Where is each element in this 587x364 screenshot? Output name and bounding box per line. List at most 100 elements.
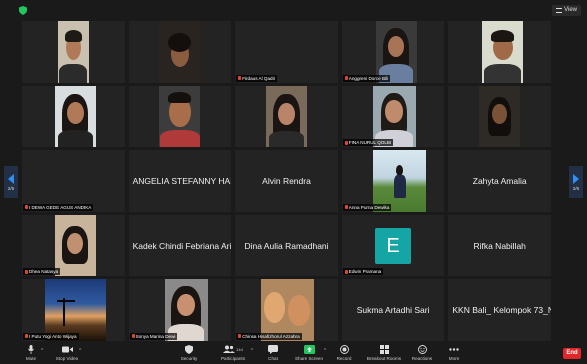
- chat-button[interactable]: Chat: [258, 344, 288, 361]
- chat-icon: [268, 344, 278, 354]
- participant-tile[interactable]: I DEWA GEDE AGUS ANDIKA: [22, 150, 125, 212]
- participant-name: Alvin Rendra: [262, 175, 311, 186]
- participant-name-label: Sonya Marina Dewi: [129, 332, 178, 340]
- more-dots-icon: [449, 347, 459, 351]
- participant-tile[interactable]: Sonya Marina Dewi: [128, 279, 232, 341]
- participant-tile[interactable]: [128, 85, 232, 148]
- participant-video: [164, 279, 208, 341]
- participant-name: KKN Bali_ Kelompok 73_Ni...: [452, 305, 551, 316]
- share-options-caret-icon[interactable]: ^: [324, 348, 326, 354]
- participant-tile[interactable]: E Edwin Pramana: [341, 214, 445, 277]
- muted-mic-icon: [344, 140, 348, 145]
- share-screen-button[interactable]: Share Screen: [292, 344, 326, 361]
- stop-video-button[interactable]: Stop Video: [52, 344, 82, 361]
- participants-count: 144: [236, 346, 243, 352]
- participant-name: ANGELIA STEFANNY HAR...: [132, 175, 232, 186]
- participant-tile[interactable]: Sukma Artadhi Sari: [341, 279, 445, 341]
- participant-tile[interactable]: Dina Aulia Ramadhani: [235, 214, 338, 277]
- participant-name-label: Firdaus Al Qadri: [236, 74, 278, 82]
- participant-tile[interactable]: Anggreni Dorce Bili: [341, 21, 445, 83]
- participant-video: [54, 214, 96, 277]
- video-gallery-grid: Firdaus Al Qadri Anggreni Dorce Bili FIN…: [22, 21, 551, 341]
- participant-tile[interactable]: [235, 85, 338, 148]
- participant-video: [159, 21, 201, 83]
- participant-tile[interactable]: [22, 85, 125, 148]
- top-bar: View: [0, 0, 587, 20]
- participants-icon: [223, 345, 236, 353]
- microphone-icon: [28, 344, 34, 354]
- participant-name: Kadek Chindi Febriana Arista: [132, 240, 232, 251]
- video-options-caret-icon[interactable]: ^: [79, 348, 81, 354]
- participant-tile[interactable]: Kadek Chindi Febriana Arista: [128, 214, 232, 277]
- share-screen-label: Share Screen: [294, 356, 324, 361]
- mute-options-caret-icon[interactable]: ^: [41, 348, 43, 354]
- end-meeting-button[interactable]: End: [563, 348, 581, 359]
- record-button[interactable]: Record: [329, 344, 359, 361]
- stop-video-label: Stop Video: [55, 356, 79, 361]
- record-icon: [339, 344, 349, 354]
- security-shield-icon: [19, 6, 27, 15]
- more-button[interactable]: More: [439, 344, 469, 361]
- share-screen-icon: [303, 344, 315, 354]
- reactions-button[interactable]: Reactions: [407, 344, 437, 361]
- breakout-rooms-label: Breakout Rooms: [366, 356, 402, 361]
- participant-tile[interactable]: [128, 21, 232, 83]
- muted-mic-icon: [238, 76, 242, 81]
- chat-label: Chat: [268, 356, 278, 361]
- mute-label: Mute: [25, 356, 37, 361]
- participant-tile[interactable]: [448, 85, 551, 148]
- participant-tile[interactable]: Chinsa Hisafizhorul Azzahra: [235, 279, 338, 341]
- muted-mic-icon: [238, 334, 242, 339]
- reactions-smiley-icon: [417, 344, 427, 354]
- page-indicator-left: 2/6: [7, 185, 15, 191]
- participant-tile[interactable]: Anna Purna Dewika: [341, 150, 445, 212]
- participant-name: Rifka Nabillah: [473, 240, 526, 251]
- breakout-rooms-button[interactable]: Breakout Rooms: [365, 344, 403, 361]
- participant-tile[interactable]: Rifka Nabillah: [448, 214, 551, 277]
- participant-video: [260, 279, 315, 341]
- participant-name-label: Edwin Pramana: [342, 268, 384, 276]
- participant-video: [54, 85, 96, 148]
- participant-tile[interactable]: I Putu Yogi Anto Wijaya: [22, 279, 125, 341]
- participant-name-label: I DEWA GEDE AGUS ANDIKA: [23, 203, 94, 211]
- view-label: View: [564, 7, 577, 13]
- participant-video: [372, 150, 426, 212]
- participant-name-label: Anna Purna Dewika: [342, 203, 392, 211]
- participant-tile[interactable]: Alvin Rendra: [235, 150, 338, 212]
- participant-tile[interactable]: Firdaus Al Qadri: [235, 21, 338, 83]
- participant-name: Dina Aulia Ramadhani: [244, 240, 329, 251]
- participant-tile[interactable]: Zahyta Amalia: [448, 150, 551, 212]
- more-label: More: [448, 356, 460, 361]
- participant-video: [265, 85, 307, 148]
- participant-tile[interactable]: [22, 21, 125, 83]
- record-label: Record: [336, 356, 352, 361]
- breakout-rooms-icon: [379, 344, 389, 354]
- arrow-right-icon: [573, 173, 579, 184]
- participant-tile[interactable]: Dhea Natasya: [22, 214, 125, 277]
- view-button[interactable]: View: [552, 5, 581, 16]
- participants-button[interactable]: 144 Participants: [215, 344, 251, 361]
- security-button[interactable]: Security: [174, 344, 204, 361]
- participant-tile[interactable]: FINA NURUL QOLBI: [341, 85, 445, 148]
- muted-mic-icon: [131, 334, 135, 339]
- participant-name-label: Dhea Natasya: [23, 268, 61, 276]
- muted-mic-icon: [25, 205, 28, 210]
- participants-options-caret-icon[interactable]: ^: [251, 348, 253, 354]
- participant-name-label: FINA NURUL QOLBI: [342, 139, 394, 147]
- participant-tile[interactable]: ANGELIA STEFANNY HAR...: [128, 150, 232, 212]
- participant-video: [479, 85, 521, 148]
- participant-name-label: I Putu Yogi Anto Wijaya: [23, 332, 79, 340]
- reactions-label: Reactions: [411, 356, 433, 361]
- participant-video: [57, 21, 89, 83]
- next-page-button[interactable]: 2/6: [569, 166, 583, 198]
- muted-mic-icon: [25, 334, 28, 339]
- muted-mic-icon: [344, 269, 348, 274]
- page-indicator-right: 2/6: [572, 185, 580, 191]
- participant-name-label: Chinsa Hisafizhorul Azzahra: [236, 332, 302, 340]
- participant-tile[interactable]: [448, 21, 551, 83]
- participant-video: [482, 21, 524, 83]
- previous-page-button[interactable]: 2/6: [4, 166, 18, 198]
- participant-name-label: Anggreni Dorce Bili: [342, 74, 391, 82]
- participant-tile[interactable]: KKN Bali_ Kelompok 73_Ni...: [448, 279, 551, 341]
- muted-mic-icon: [25, 269, 28, 274]
